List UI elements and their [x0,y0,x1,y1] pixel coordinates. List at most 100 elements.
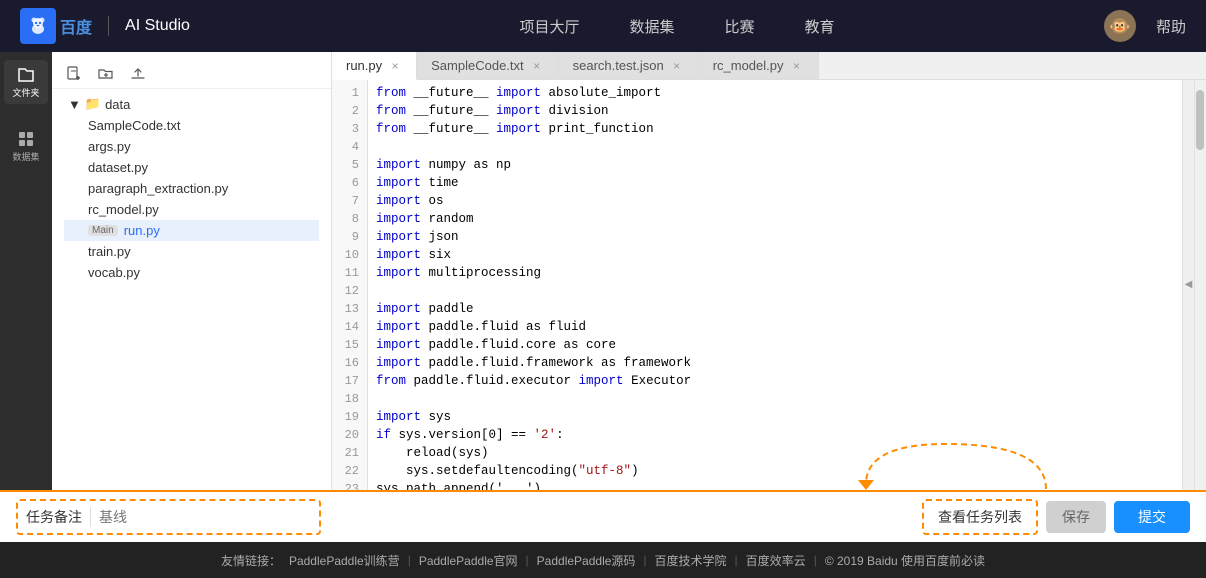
baseline-input[interactable] [91,509,311,525]
files-icon-label: 文件夹 [12,86,39,99]
line-number: 15 [340,336,359,354]
footer-paddleofficial[interactable]: PaddlePaddle官网 [419,552,518,569]
tab-runpy-close[interactable]: × [388,59,402,73]
tab-runpy-label: run.py [346,58,382,73]
file-args[interactable]: args.py [64,136,319,157]
footer-paddlecamp[interactable]: PaddlePaddle训练营 [289,552,400,569]
tab-samplecode[interactable]: SampleCode.txt × [417,52,559,79]
tab-samplecode-label: SampleCode.txt [431,58,524,73]
scrollbar-thumb [1196,90,1204,150]
code-line: import os [376,192,1174,210]
line-number: 5 [340,156,359,174]
editor-scrollbar[interactable] [1194,80,1206,490]
code-line: import paddle.fluid.core as core [376,336,1174,354]
line-number: 17 [340,372,359,390]
nav-datasets[interactable]: 数据集 [629,16,674,37]
main-container: 文件夹 数据集 [0,52,1206,490]
folder-icon: 📁 [85,96,101,112]
tab-samplecode-close[interactable]: × [530,59,544,73]
line-number: 13 [340,300,359,318]
file-train[interactable]: train.py [64,241,319,262]
code-line: import json [376,228,1174,246]
footer: 友情链接： PaddlePaddle训练营 | PaddlePaddle官网 |… [0,542,1206,578]
line-numbers: 123456789101112131415161718192021222324 [332,80,368,490]
tab-rcmodel-close[interactable]: × [790,59,804,73]
header-right: 🐵 帮助 [1104,10,1186,42]
file-rcmodel[interactable]: rc_model.py [64,199,319,220]
save-button[interactable]: 保存 [1046,501,1106,533]
code-line: import paddle.fluid as fluid [376,318,1174,336]
code-line: sys.setdefaultencoding("utf-8") [376,462,1174,480]
line-number: 3 [340,120,359,138]
sidebar-item-datasets[interactable]: 数据集 [4,124,48,168]
new-file-btn[interactable] [64,64,84,84]
file-runpy[interactable]: Main run.py [64,220,319,241]
new-folder-btn[interactable] [96,64,116,84]
footer-paddlesource[interactable]: PaddlePaddle源码 [537,552,636,569]
code-line: import numpy as np [376,156,1174,174]
file-vocab[interactable]: vocab.py [64,262,319,283]
footer-prefix: 友情链接： [221,552,281,569]
footer-baidutechacademy[interactable]: 百度技术学院 [655,552,727,569]
code-line: if sys.version[0] == '2': [376,426,1174,444]
footer-baiducloud[interactable]: 百度效率云 [746,552,806,569]
code-line: import six [376,246,1174,264]
code-line: from __future__ import print_function [376,120,1174,138]
file-dataset[interactable]: dataset.py [64,157,319,178]
line-number: 6 [340,174,359,192]
user-avatar[interactable]: 🐵 [1104,10,1136,42]
tab-rcmodel-label: rc_model.py [713,58,784,73]
datasets-icon-label: 数据集 [12,150,39,163]
collapse-arrow[interactable]: ◀ [1182,80,1194,490]
sidebar-item-files[interactable]: 文件夹 [4,60,48,104]
logo-divider [108,16,109,36]
code-line: import sys [376,408,1174,426]
code-editor[interactable]: 123456789101112131415161718192021222324 … [332,80,1206,490]
task-annotation-area: 任务备注 [16,499,321,535]
code-line: import time [376,174,1174,192]
view-tasks-button[interactable]: 查看任务列表 [922,499,1038,535]
studio-label: AI Studio [125,17,190,35]
code-content[interactable]: from __future__ import absolute_importfr… [368,80,1182,490]
nav-projects[interactable]: 项目大厅 [519,16,579,37]
line-number: 7 [340,192,359,210]
line-number: 19 [340,408,359,426]
folder-data-header[interactable]: ▼ 📁 data [64,93,319,115]
logo-area: 百度 AI Studio [20,8,190,44]
baidu-text: 百度 [60,14,92,38]
task-right: 查看任务列表 保存 提交 [922,499,1190,535]
header: 百度 AI Studio 项目大厅 数据集 比赛 教育 🐵 帮助 [0,0,1206,52]
main-nav: 项目大厅 数据集 比赛 教育 [250,16,1104,37]
code-line: from __future__ import absolute_import [376,84,1174,102]
upload-btn[interactable] [128,64,148,84]
line-number: 4 [340,138,359,156]
tab-search[interactable]: search.test.json × [559,52,699,79]
sidebar-icons: 文件夹 数据集 [0,52,52,490]
tab-search-close[interactable]: × [670,59,684,73]
code-line: import paddle.fluid.framework as framewo… [376,354,1174,372]
line-number: 16 [340,354,359,372]
folder-name: data [105,97,130,112]
line-number: 18 [340,390,359,408]
line-number: 10 [340,246,359,264]
code-line: from __future__ import division [376,102,1174,120]
tree-folder-data: ▼ 📁 data SampleCode.txt args.py dataset.… [52,93,331,283]
tab-rcmodel[interactable]: rc_model.py × [699,52,819,79]
baidu-logo: 百度 [20,8,92,44]
submit-button[interactable]: 提交 [1114,501,1190,533]
line-number: 22 [340,462,359,480]
file-paragraph[interactable]: paragraph_extraction.py [64,178,319,199]
tab-search-label: search.test.json [573,58,664,73]
line-number: 8 [340,210,359,228]
help-link[interactable]: 帮助 [1156,16,1186,37]
tab-bar: run.py × SampleCode.txt × search.test.js… [332,52,1206,80]
bear-icon [20,8,56,44]
tab-runpy[interactable]: run.py × [332,52,417,80]
file-samplecode[interactable]: SampleCode.txt [64,115,319,136]
line-number: 2 [340,102,359,120]
code-line: sys.path.append('...') [376,480,1174,490]
nav-education[interactable]: 教育 [804,16,834,37]
line-number: 9 [340,228,359,246]
nav-competition[interactable]: 比赛 [724,16,754,37]
code-line [376,390,1174,408]
